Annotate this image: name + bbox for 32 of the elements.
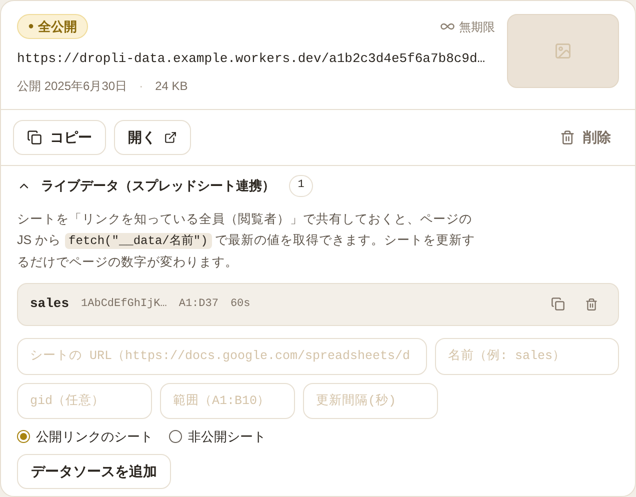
text-field[interactable]: シートの URL（https://docs.google.com/spreadsheets/d xyxy=(17,338,427,374)
copy-icon xyxy=(27,130,42,144)
copy-button[interactable]: コピー xyxy=(13,120,106,154)
expiry-label: 無期限 xyxy=(459,18,495,36)
text-field[interactable]: 範囲（A1:B10） xyxy=(160,382,295,418)
share-url: https://dropli-data.example.workers.dev/a1b2c3d4e5f6a7b8c9d… xyxy=(17,50,486,68)
delete-button[interactable]: 削除 xyxy=(548,120,623,154)
image-icon xyxy=(554,42,572,60)
radio-button[interactable] xyxy=(17,430,30,443)
copy-icon xyxy=(551,297,565,311)
trash-icon xyxy=(585,298,598,310)
publish-date: 公開 2025年6月30日 xyxy=(17,78,128,94)
status-badge: ● 全公開 xyxy=(17,14,88,39)
sheet-range: A1:D37 xyxy=(178,296,218,312)
section-header[interactable]: ライブデータ（スプレッドシート連携） 1 xyxy=(17,174,619,196)
source-name: sales xyxy=(30,295,70,314)
text-field[interactable]: 更新間隔(秒) xyxy=(303,382,438,418)
open-button[interactable]: 開く xyxy=(114,120,191,154)
refresh-interval: 60s xyxy=(230,296,250,312)
add-source-button[interactable]: データソースを追加 xyxy=(17,454,171,489)
sheet-id: 1AbCdEfGhIjK… xyxy=(81,296,167,312)
radio-option[interactable]: 非公開シート xyxy=(169,426,266,446)
radio-button[interactable] xyxy=(169,430,182,443)
file-size: 24 KB xyxy=(155,78,188,94)
separator-dot: · xyxy=(139,78,144,94)
text-field[interactable]: 名前（例: sales） xyxy=(435,338,619,374)
radio-option[interactable]: 公開リンクのシート xyxy=(17,426,153,446)
text-field[interactable]: gid（任意） xyxy=(17,382,152,418)
external-link-icon xyxy=(164,130,177,144)
count-badge: 1 xyxy=(289,174,313,196)
trash-icon xyxy=(560,130,575,144)
description: シートを「リンクを知っている全員（閲覧者）」で共有しておくと、ページの JS から fetch("__data/名前") で最新の値を取得できます。シートを更新するだけでページの数字が変わります。 xyxy=(17,210,476,270)
